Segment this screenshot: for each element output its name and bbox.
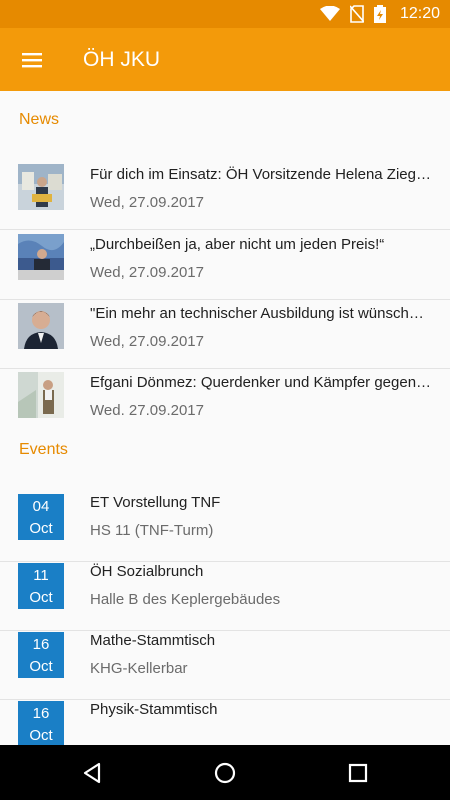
event-title: Mathe-Stammtisch bbox=[90, 632, 216, 649]
back-icon[interactable] bbox=[77, 758, 107, 788]
event-day: 04 bbox=[32, 498, 50, 515]
event-item[interactable]: 16 Oct Mathe-Stammtisch KHG-Kellerbar bbox=[0, 630, 450, 700]
news-header: News bbox=[19, 111, 60, 128]
navigation-bar bbox=[0, 745, 450, 800]
news-thumbnail bbox=[18, 234, 64, 280]
news-item[interactable]: "Ein mehr an technischer Ausbildung ist … bbox=[0, 299, 450, 369]
news-title: „Durchbeißen ja, aber nicht um jeden Pre… bbox=[90, 236, 385, 253]
news-thumbnail bbox=[18, 164, 64, 210]
event-title: Physik-Stammtisch bbox=[90, 701, 218, 718]
event-date-badge: 16 Oct bbox=[18, 701, 64, 745]
event-location: Halle B des Keplergebäudes bbox=[90, 591, 281, 608]
event-title: ET Vorstellung TNF bbox=[90, 494, 221, 511]
news-title: Efgani Dönmez: Querdenker und Kämpfer ge… bbox=[90, 374, 432, 391]
battery-charging-icon bbox=[374, 5, 386, 23]
event-month: Oct bbox=[29, 658, 53, 675]
wifi-icon bbox=[320, 6, 340, 21]
event-date-badge: 04 Oct bbox=[18, 494, 64, 540]
news-thumbnail bbox=[18, 372, 64, 418]
app-title: ÖH JKU bbox=[83, 48, 161, 71]
news-title: "Ein mehr an technischer Ausbildung ist … bbox=[90, 305, 432, 322]
event-item[interactable]: 11 Oct ÖH Sozialbrunch Halle B des Keple… bbox=[0, 561, 450, 631]
event-month: Oct bbox=[29, 520, 53, 537]
event-location: HS 11 (TNF-Turm) bbox=[90, 522, 214, 539]
news-item[interactable]: Für dich im Einsatz: ÖH Vorsitzende Hele… bbox=[0, 160, 450, 230]
event-date-badge: 11 Oct bbox=[18, 563, 64, 609]
home-icon[interactable] bbox=[210, 758, 240, 788]
app-bar: ÖH JKU bbox=[0, 28, 450, 91]
status-bar: 12:20 bbox=[0, 0, 450, 28]
news-date: Wed, 27.09.2017 bbox=[90, 194, 204, 211]
news-date: Wed. 27.09.2017 bbox=[90, 402, 204, 419]
news-thumbnail bbox=[18, 303, 64, 349]
event-day: 11 bbox=[33, 567, 49, 584]
events-header: Events bbox=[19, 441, 68, 458]
clock: 12:20 bbox=[399, 5, 440, 22]
event-item[interactable]: 04 Oct ET Vorstellung TNF HS 11 (TNF-Tur… bbox=[0, 492, 450, 562]
menu-icon[interactable] bbox=[20, 48, 44, 72]
event-month: Oct bbox=[29, 589, 53, 606]
event-day: 16 bbox=[32, 636, 50, 653]
main-content[interactable]: News Für dich im Einsatz: ÖH Vorsitzende… bbox=[0, 91, 450, 745]
news-item[interactable]: „Durchbeißen ja, aber nicht um jeden Pre… bbox=[0, 230, 450, 300]
event-day: 16 bbox=[32, 705, 50, 722]
event-month: Oct bbox=[29, 727, 53, 744]
event-date-badge: 16 Oct bbox=[18, 632, 64, 678]
event-title: ÖH Sozialbrunch bbox=[90, 563, 204, 580]
news-item[interactable]: Efgani Dönmez: Querdenker und Kämpfer ge… bbox=[0, 368, 450, 437]
event-location: KHG-Kellerbar bbox=[90, 660, 188, 677]
news-date: Wed, 27.09.2017 bbox=[90, 264, 204, 281]
event-item[interactable]: 16 Oct Physik-Stammtisch bbox=[0, 699, 450, 745]
news-date: Wed, 27.09.2017 bbox=[90, 333, 204, 350]
news-title: Für dich im Einsatz: ÖH Vorsitzende Hele… bbox=[90, 166, 432, 183]
no-sim-icon bbox=[350, 5, 364, 23]
recents-icon[interactable] bbox=[343, 758, 373, 788]
